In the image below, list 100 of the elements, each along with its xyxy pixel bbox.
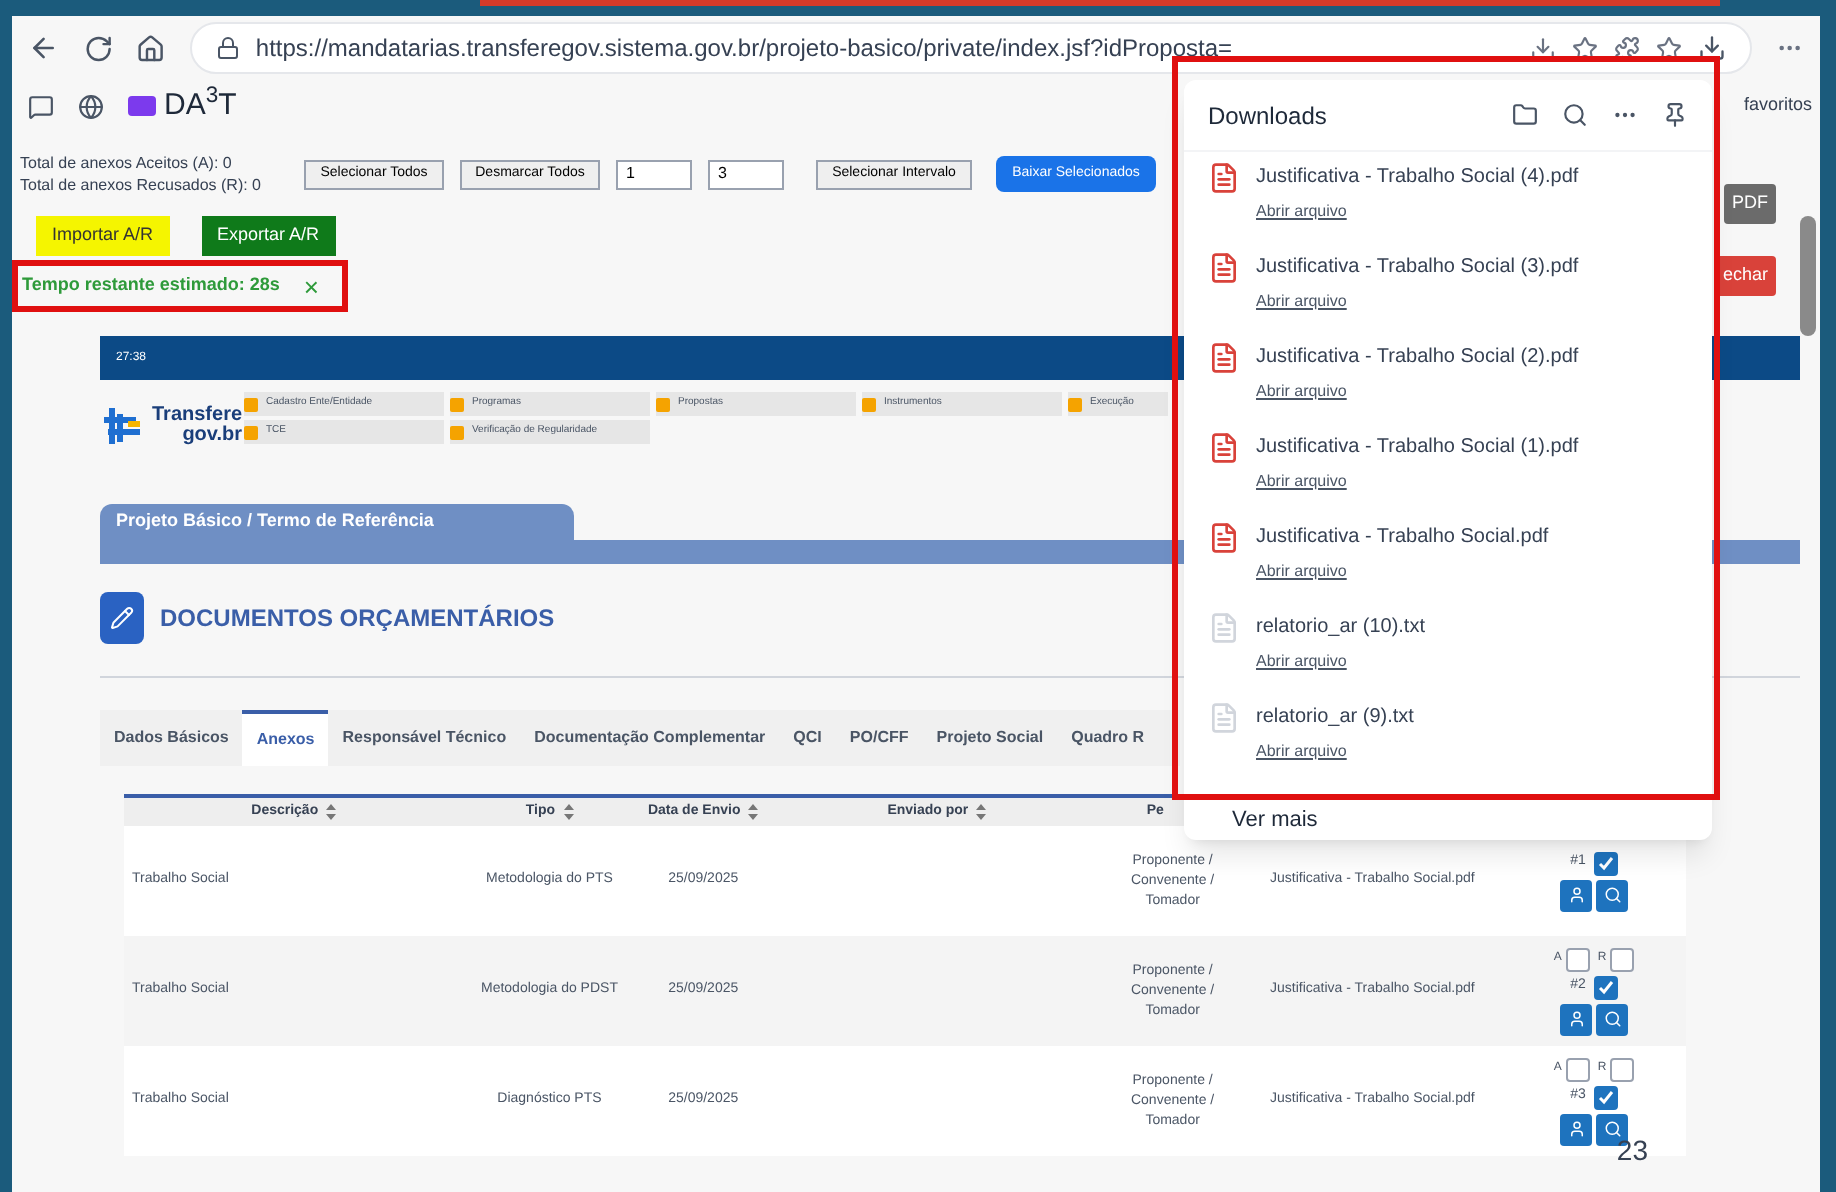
checkbox[interactable] [1593,1085,1618,1109]
favorites-link[interactable]: favoritos [1743,92,1812,120]
sort-icon [326,804,337,820]
open-file-link[interactable]: Abrir arquivo [1256,560,1347,584]
search-button[interactable] [1596,879,1629,911]
download-item[interactable]: Justificativa - Trabalho Social.pdf Abrir arquivo [1184,512,1712,602]
extensions-icon[interactable] [1614,35,1641,61]
download-icon[interactable] [1530,35,1557,61]
check-icon [1597,1089,1614,1105]
downloads-icon[interactable] [1698,34,1727,62]
ar-button[interactable]: Importar A/R [36,216,170,256]
checkbox[interactable] [1610,1057,1635,1081]
download-item[interactable]: Justificativa - Trabalho Social (3).pdf Abrir arquivo [1184,242,1712,332]
pdf-file-icon [1208,432,1240,464]
logo-icon [100,404,144,448]
sort-icon [976,804,987,820]
user-icon [1567,1010,1586,1028]
pdf-file-icon [1208,252,1240,284]
checkbox[interactable] [1610,947,1635,971]
checkbox[interactable] [1565,947,1590,971]
tab[interactable]: QCI [779,710,836,766]
url-text: https://mandatarias.transferegov.sistema.gov.br/projeto-basico/private/index.jsf?idProposta= [255,32,1233,66]
text-file-icon [1208,612,1240,644]
file-name: Justificativa - Trabalho Social (2).pdf [1256,344,1579,372]
action-button[interactable]: echar [1714,256,1776,296]
downloads-title: Downloads [1208,99,1327,133]
download-item[interactable]: relatorio_ar (9).txt Abrir arquivo [1184,692,1712,782]
timer-text: Tempo restante estimado: 28s [22,272,280,299]
open-file-link[interactable]: Abrir arquivo [1256,740,1347,764]
file-name: Justificativa - Trabalho Social (1).pdf [1256,434,1579,462]
from-field[interactable]: 1 [616,159,692,189]
edit-icon [100,592,144,644]
search-icon [1603,1010,1622,1028]
user-icon [1567,886,1586,904]
sort-icon [748,804,759,820]
tab[interactable]: Projeto Social [922,710,1058,766]
tab[interactable]: Quadro R [1057,710,1159,766]
file-name: Justificativa - Trabalho Social.pdf [1256,524,1549,552]
open-file-link[interactable]: Abrir arquivo [1256,200,1347,224]
lock-icon [215,36,240,60]
download-item[interactable]: Justificativa - Trabalho Social (4).pdf Abrir arquivo [1184,152,1712,242]
logo-subtext: gov.br [180,426,243,446]
see-more-link[interactable]: Ver mais [1184,803,1366,840]
bookmark-link[interactable]: DA$^{3}$T [128,83,237,129]
menu-item-icon [1068,397,1082,411]
to-field[interactable]: 3 [708,159,784,189]
action-button[interactable]: PDF [1724,184,1776,224]
tab[interactable]: Dados Básicos [100,710,243,766]
user-button[interactable] [1560,1003,1593,1035]
checkbox[interactable] [1593,975,1618,999]
open-file-link[interactable]: Abrir arquivo [1256,650,1347,674]
address-bar[interactable]: https://mandatarias.transferegov.sistema.gov.br/projeto-basico/private/index.jsf?idProposta= [189,22,1753,74]
total-text: Total de anexos Aceitos (A): 0 [20,152,234,174]
checkbox[interactable] [1565,1057,1590,1081]
reload-icon[interactable] [83,33,113,63]
file-name: Justificativa - Trabalho Social (4).pdf [1256,164,1579,192]
tab[interactable]: Documentação Complementar [520,710,780,766]
download-item[interactable]: relatorio_ar (10).txt Abrir arquivo [1184,602,1712,692]
download-item[interactable]: Justificativa - Trabalho Social (2).pdf Abrir arquivo [1184,332,1712,422]
pdf-file-icon [1208,342,1240,374]
total-text: Total de anexos Recusados (R): 0 [20,174,264,196]
menu-item-icon [862,397,876,411]
search-icon [1603,1120,1622,1138]
star-icon[interactable] [1656,35,1683,61]
open-file-link[interactable]: Abrir arquivo [1256,470,1347,494]
favorite-icon[interactable] [1572,35,1599,61]
tab[interactable]: Anexos [242,710,329,766]
file-name: relatorio_ar (9).txt [1256,704,1414,732]
logo-text: Transfere [152,406,243,426]
tab[interactable]: Responsável Técnico [328,710,521,766]
user-button[interactable] [1560,1113,1593,1145]
check-icon [1597,979,1614,995]
pin-icon[interactable] [1662,102,1688,128]
open-file-link[interactable]: Abrir arquivo [1256,290,1347,314]
check-icon [1597,855,1614,871]
home-icon[interactable] [136,33,166,63]
checkbox[interactable] [1593,851,1618,875]
menu-item-icon [656,397,670,411]
user-icon [1567,1120,1586,1138]
tab[interactable]: PO/CFF [835,710,923,766]
search-icon [1603,886,1622,904]
user-button[interactable] [1560,879,1593,911]
sort-icon [563,804,574,820]
file-name: relatorio_ar (10).txt [1256,614,1425,642]
folder-icon[interactable] [1512,102,1538,128]
open-file-link[interactable]: Abrir arquivo [1256,380,1347,404]
page-heading: DOCUMENTOS ORÇAMENTÁRIOS [160,602,555,636]
search-icon[interactable] [1562,102,1588,128]
ar-button[interactable]: Exportar A/R [201,216,336,256]
scrollbar [1800,216,1816,336]
chat-icon[interactable] [28,93,54,119]
slide-number: 23 [1616,1132,1648,1170]
globe-icon[interactable] [78,93,104,119]
pdf-file-icon [1208,522,1240,554]
search-button[interactable] [1596,1003,1629,1035]
pdf-file-icon [1208,162,1240,194]
text-file-icon [1208,702,1240,734]
back-icon[interactable] [28,32,60,64]
download-item[interactable]: Justificativa - Trabalho Social (1).pdf Abrir arquivo [1184,422,1712,512]
file-name: Justificativa - Trabalho Social (3).pdf [1256,254,1579,282]
